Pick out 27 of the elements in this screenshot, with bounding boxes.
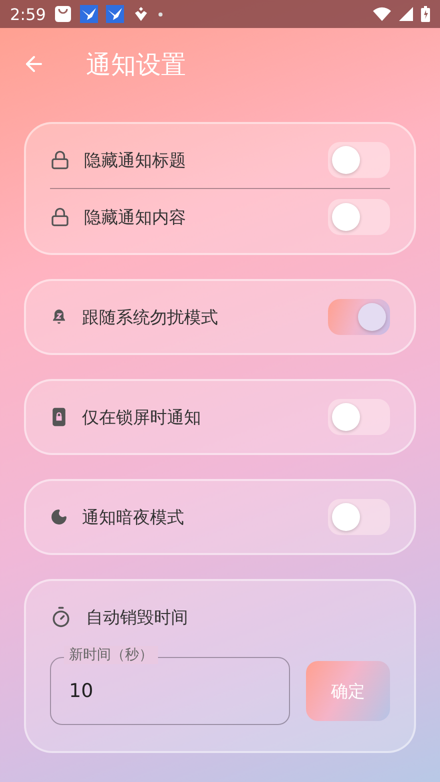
- signal-icon: [399, 7, 413, 21]
- bird-icon: [80, 5, 98, 23]
- wifi-icon: [373, 7, 391, 21]
- status-time: 2:59: [10, 4, 46, 24]
- toggle-switch[interactable]: [328, 142, 390, 178]
- dot-icon: [158, 12, 163, 16]
- setting-label: 通知暗夜模式: [82, 506, 185, 528]
- setting-label: 自动销毁时间: [86, 606, 189, 628]
- toggle-switch[interactable]: [328, 299, 390, 335]
- toggle-switch[interactable]: [328, 399, 390, 435]
- bell-icon: [50, 308, 68, 326]
- toggle-switch[interactable]: [328, 199, 390, 235]
- bird-icon: [106, 5, 124, 23]
- field-label: 新时间（秒）: [64, 646, 158, 664]
- setting-label: 隐藏通知内容: [84, 206, 187, 228]
- lock-icon: [50, 207, 70, 227]
- battery-icon: [421, 6, 430, 22]
- phone-lock-icon: [50, 407, 68, 427]
- timer-icon: [50, 606, 72, 628]
- setting-label: 仅在锁屏时通知: [82, 406, 202, 428]
- setting-label: 隐藏通知标题: [84, 150, 187, 172]
- moon-icon: [50, 508, 68, 526]
- toggle-switch[interactable]: [328, 499, 390, 535]
- lock-icon: [50, 150, 70, 170]
- bag-icon: [54, 5, 72, 23]
- page-title: 通知设置: [86, 48, 186, 80]
- setting-label: 跟随系统勿扰模式: [82, 306, 219, 328]
